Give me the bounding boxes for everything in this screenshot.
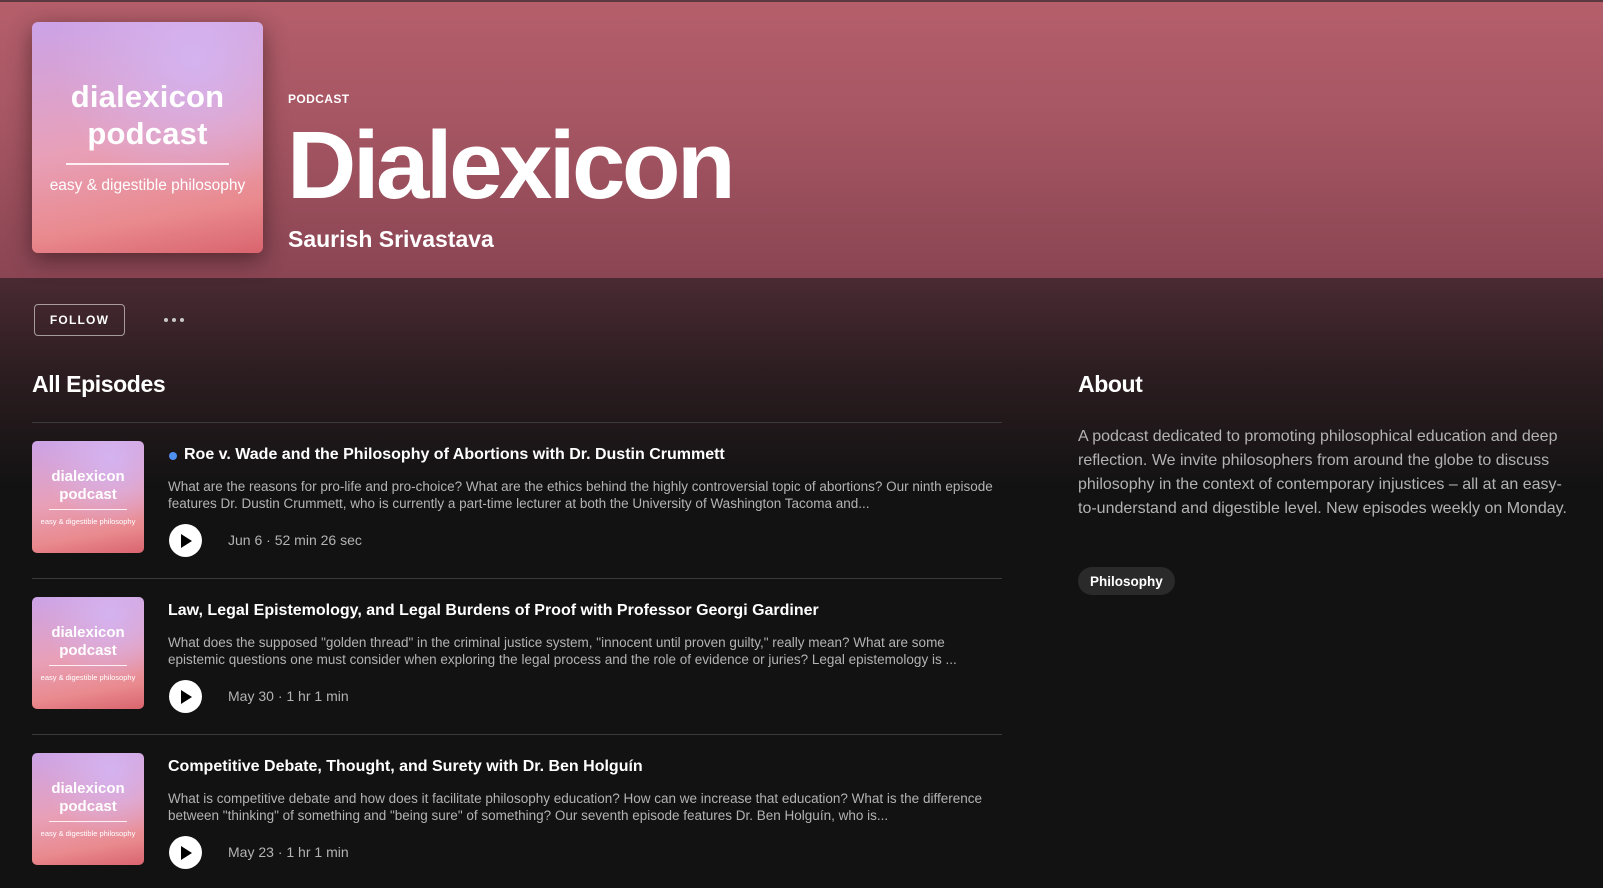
meta-separator: · [277,844,283,860]
episode-row[interactable]: dialexicon podcast easy & digestible phi… [32,735,1002,888]
play-icon [180,689,192,704]
all-episodes-heading: All Episodes [32,371,166,397]
ellipsis-icon [180,318,184,322]
episode-date: Jun 6 [228,532,263,548]
thumbnail-title: dialexicon podcast [51,468,125,503]
cover-title: dialexicon podcast [70,79,225,151]
episode-duration: 1 hr 1 min [286,844,349,860]
meta-separator: · [266,532,271,548]
episode-meta: May 30 · 1 hr 1 min [228,688,349,704]
podcast-title: Dialexicon [287,112,736,219]
thumbnail-subtitle: easy & digestible philosophy [40,673,136,682]
about-heading: About [1078,371,1143,397]
thumbnail-subtitle: easy & digestible philosophy [40,517,136,526]
play-button[interactable] [169,836,202,869]
episode-title[interactable]: Law, Legal Epistemology, and Legal Burde… [168,602,819,620]
episode-title[interactable]: Competitive Debate, Thought, and Surety … [168,758,643,776]
cover-divider [66,163,229,165]
thumbnail-subtitle: easy & digestible philosophy [40,829,136,838]
episode-description: What is competitive debate and how does … [168,791,982,823]
episode-title[interactable]: Roe v. Wade and the Philosophy of Aborti… [184,446,725,464]
podcast-cover-art: dialexicon podcast easy & digestible phi… [32,22,263,253]
episode-duration: 52 min 26 sec [274,532,362,548]
follow-button[interactable]: FOLLOW [34,304,125,336]
episode-thumbnail[interactable]: dialexicon podcast easy & digestible phi… [32,753,144,865]
cover-subtitle: easy & digestible philosophy [49,177,246,194]
new-episode-dot-icon [169,452,177,460]
thumbnail-divider [49,821,127,822]
episode-meta: May 23 · 1 hr 1 min [228,844,349,860]
about-description: A podcast dedicated to promoting philoso… [1078,428,1567,517]
episode-row[interactable]: dialexicon podcast easy & digestible phi… [32,579,1002,734]
episode-date: May 30 [228,688,274,704]
episode-date: May 23 [228,844,274,860]
podcast-page: dialexicon podcast easy & digestible phi… [0,0,1603,888]
category-tag-philosophy[interactable]: Philosophy [1078,567,1175,595]
episode-description: What are the reasons for pro-life and pr… [168,479,993,511]
play-button[interactable] [169,524,202,557]
episode-thumbnail[interactable]: dialexicon podcast easy & digestible phi… [32,597,144,709]
thumbnail-title: dialexicon podcast [51,780,125,815]
episode-meta: Jun 6 · 52 min 26 sec [228,532,362,548]
content-type-label: PODCAST [288,92,350,106]
episode-row[interactable]: dialexicon podcast easy & digestible phi… [32,423,1002,578]
episode-thumbnail[interactable]: dialexicon podcast easy & digestible phi… [32,441,144,553]
more-options-button[interactable] [157,305,191,335]
episode-list: dialexicon podcast easy & digestible phi… [32,422,1002,888]
ellipsis-icon [172,318,176,322]
podcast-author[interactable]: Saurish Srivastava [288,226,494,253]
thumbnail-title: dialexicon podcast [51,624,125,659]
episode-duration: 1 hr 1 min [286,688,349,704]
play-icon [180,845,192,860]
play-button[interactable] [169,680,202,713]
meta-separator: · [277,688,283,704]
thumbnail-divider [49,509,127,510]
thumbnail-divider [49,665,127,666]
ellipsis-icon [164,318,168,322]
episode-description: What does the supposed "golden thread" i… [168,635,957,667]
play-icon [180,533,192,548]
